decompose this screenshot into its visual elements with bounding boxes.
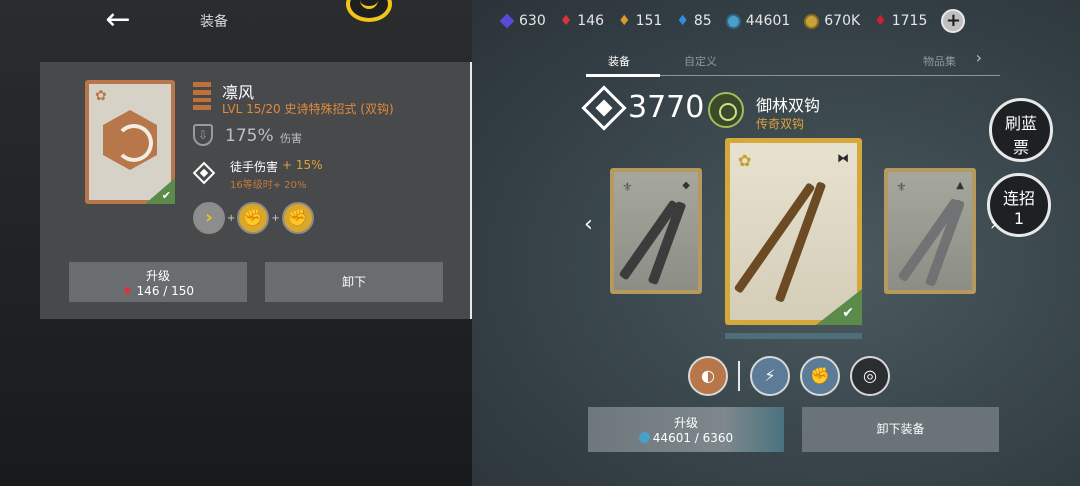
weapon-card-face: ⚜ ▲ bbox=[888, 172, 972, 290]
skill-card-face: ✿ ✔ bbox=[89, 84, 175, 204]
upgrade-label: 升级 bbox=[145, 269, 170, 283]
currency-value: 85 bbox=[693, 13, 712, 29]
currency-orange-crystal: ♦ 151 bbox=[618, 13, 662, 29]
purple-diamond-icon bbox=[499, 13, 515, 29]
damage-label: 伤害 bbox=[280, 132, 302, 145]
combo-label: 连招 bbox=[1002, 189, 1035, 208]
weapon-skill-row: ◐ ⚡ ✊ ◎ bbox=[688, 356, 890, 396]
currency-gold-coin: 670K bbox=[804, 13, 860, 29]
equipment-tabs: 装备 自定义 物品集 › bbox=[586, 48, 1000, 77]
refresh-label-1: 刷蓝 bbox=[1004, 114, 1037, 133]
skill-card[interactable]: ✿ ✔ bbox=[85, 80, 175, 204]
back-arrow-icon[interactable]: ← bbox=[98, 5, 138, 35]
punch-fist-icon: ✊ bbox=[237, 202, 270, 234]
combo-sequence: › + ✊ + ✊ bbox=[193, 202, 314, 234]
bonus-diamond-icon bbox=[192, 161, 216, 185]
currency-value: 146 bbox=[577, 13, 605, 29]
damage-value: 175% bbox=[225, 126, 274, 146]
currency-value: 151 bbox=[635, 13, 663, 29]
currency-value: 1715 bbox=[891, 13, 928, 29]
weapon-card-previous[interactable]: ⚜ ◆ bbox=[610, 168, 702, 294]
weapon-rarity: 传奇双钩 bbox=[756, 117, 805, 131]
weapon-card-face: ⚜ ◆ bbox=[614, 172, 698, 290]
combo-plus: + bbox=[271, 212, 280, 224]
currency-blue-crystal: ♦ 85 bbox=[676, 13, 711, 29]
broken-chain-skill-icon[interactable]: ⚡ bbox=[750, 356, 790, 396]
skill-divider bbox=[738, 361, 740, 391]
currency-red-crystal: ♦ 146 bbox=[560, 13, 604, 29]
currency-value: 630 bbox=[519, 13, 546, 29]
wind-slash-icon bbox=[103, 110, 157, 170]
dash-arrow-icon: › bbox=[193, 202, 225, 234]
equipped-check-icon: ✔ bbox=[816, 289, 862, 325]
upgrade-cost: ♦ 146 / 150 bbox=[69, 284, 247, 298]
refresh-blue-ticket-button[interactable]: 刷蓝 票 bbox=[989, 98, 1053, 162]
tab-customize[interactable]: 自定义 bbox=[684, 53, 717, 69]
selected-weapon-bar bbox=[725, 333, 862, 339]
weapon-type-icon: ◆ bbox=[682, 180, 690, 191]
tier-bars-icon bbox=[193, 82, 211, 110]
weapon-power: 3770 bbox=[628, 90, 705, 125]
damage-shield-icon: ⇩ bbox=[193, 124, 213, 146]
next-weapon-arrow-icon[interactable]: › bbox=[990, 214, 997, 235]
weapon-class-emblem-icon bbox=[708, 92, 744, 128]
tab-item-set[interactable]: 物品集 bbox=[923, 53, 956, 69]
bonus-name: 徒手伤害 bbox=[230, 160, 279, 174]
lotus-crest-icon: ✿ bbox=[738, 151, 752, 170]
currency-value: 670K bbox=[824, 13, 861, 29]
add-currency-button[interactable]: + bbox=[941, 9, 966, 33]
currency-swirl-token: 44601 bbox=[725, 13, 791, 29]
weapon-upgrade-button[interactable]: 升级 44601 / 6360 bbox=[588, 407, 784, 452]
skill-level: LVL 15/20 史诗特殊招式 (双钩) bbox=[222, 102, 394, 116]
weapon-type-icon: ▲ bbox=[956, 180, 964, 191]
skill-detail-panel: ✿ ✔ 凛风 LVL 15/20 史诗特殊招式 (双钩) ⇩ 175% 伤害 徒… bbox=[40, 62, 472, 319]
combo-count: 1 bbox=[1013, 209, 1025, 228]
refresh-label-2: 票 bbox=[1012, 138, 1029, 157]
page-title: 装备 bbox=[200, 14, 228, 30]
combo-plus: + bbox=[227, 212, 236, 224]
swirl-token-icon bbox=[725, 13, 741, 29]
game-logo-icon bbox=[346, 0, 392, 22]
gold-coin-icon bbox=[804, 13, 820, 29]
fist-burst-skill-icon[interactable]: ✊ bbox=[800, 356, 840, 396]
weapon-name: 御林双钩 bbox=[756, 96, 821, 115]
weapon-card-next[interactable]: ⚜ ▲ bbox=[884, 168, 976, 294]
twin-hook-type-icon: ⧓ bbox=[837, 151, 849, 165]
unequip-button[interactable]: 卸下装备 bbox=[802, 407, 999, 452]
skill-unload-button[interactable]: 卸下 bbox=[265, 262, 443, 302]
currency-value: 44601 bbox=[745, 13, 791, 29]
red-gem-icon: ♦ bbox=[874, 13, 887, 29]
chevron-right-icon[interactable]: › bbox=[976, 48, 982, 67]
upgrade-cost-value: 146 / 150 bbox=[136, 284, 195, 298]
bonus-next-level: 16等级时+ 20% bbox=[230, 180, 307, 191]
orange-crystal-icon: ♦ bbox=[618, 13, 631, 29]
tab-equipment[interactable]: 装备 bbox=[608, 53, 630, 69]
top-bar: ← 装备 630 ♦ 146 ♦ 151 ♦ 85 44601 670K ♦ 1… bbox=[0, 0, 1080, 40]
blue-crystal-icon: ♦ bbox=[676, 13, 689, 29]
currency-bar: 630 ♦ 146 ♦ 151 ♦ 85 44601 670K ♦ 1715 + bbox=[499, 9, 966, 33]
red-crystal-icon: ♦ bbox=[559, 13, 573, 29]
equipped-check-icon: ✔ bbox=[145, 178, 175, 204]
skill-upgrade-button[interactable]: 升级 ♦ 146 / 150 bbox=[69, 262, 247, 302]
upgrade-label: 升级 bbox=[673, 416, 698, 430]
weapon-crest-icon: ⚜ bbox=[896, 180, 907, 194]
red-crystal-icon: ♦ bbox=[121, 284, 133, 298]
upgrade-cost: 44601 / 6360 bbox=[588, 431, 784, 445]
bonus-value: + 15% bbox=[282, 158, 323, 172]
wind-slash-skill-icon[interactable]: ◐ bbox=[688, 356, 728, 396]
weapon-card-selected[interactable]: ✿ ⧓ ✔ bbox=[725, 138, 862, 325]
currency-red-gem: ♦ 1715 bbox=[874, 13, 927, 29]
previous-weapon-arrow-icon[interactable]: ‹ bbox=[584, 212, 593, 237]
currency-purple-diamond: 630 bbox=[499, 13, 546, 29]
upgrade-cost-value: 44601 / 6360 bbox=[652, 431, 734, 445]
active-tab-indicator bbox=[586, 74, 660, 77]
swirl-skill-icon[interactable]: ◎ bbox=[850, 356, 890, 396]
punch-fist-icon: ✊ bbox=[281, 202, 314, 234]
lotus-crest-icon: ✿ bbox=[95, 88, 107, 104]
weapon-crest-icon: ⚜ bbox=[622, 180, 633, 194]
weapon-card-face: ✿ ⧓ ✔ bbox=[730, 143, 862, 325]
swirl-token-icon bbox=[638, 432, 650, 443]
